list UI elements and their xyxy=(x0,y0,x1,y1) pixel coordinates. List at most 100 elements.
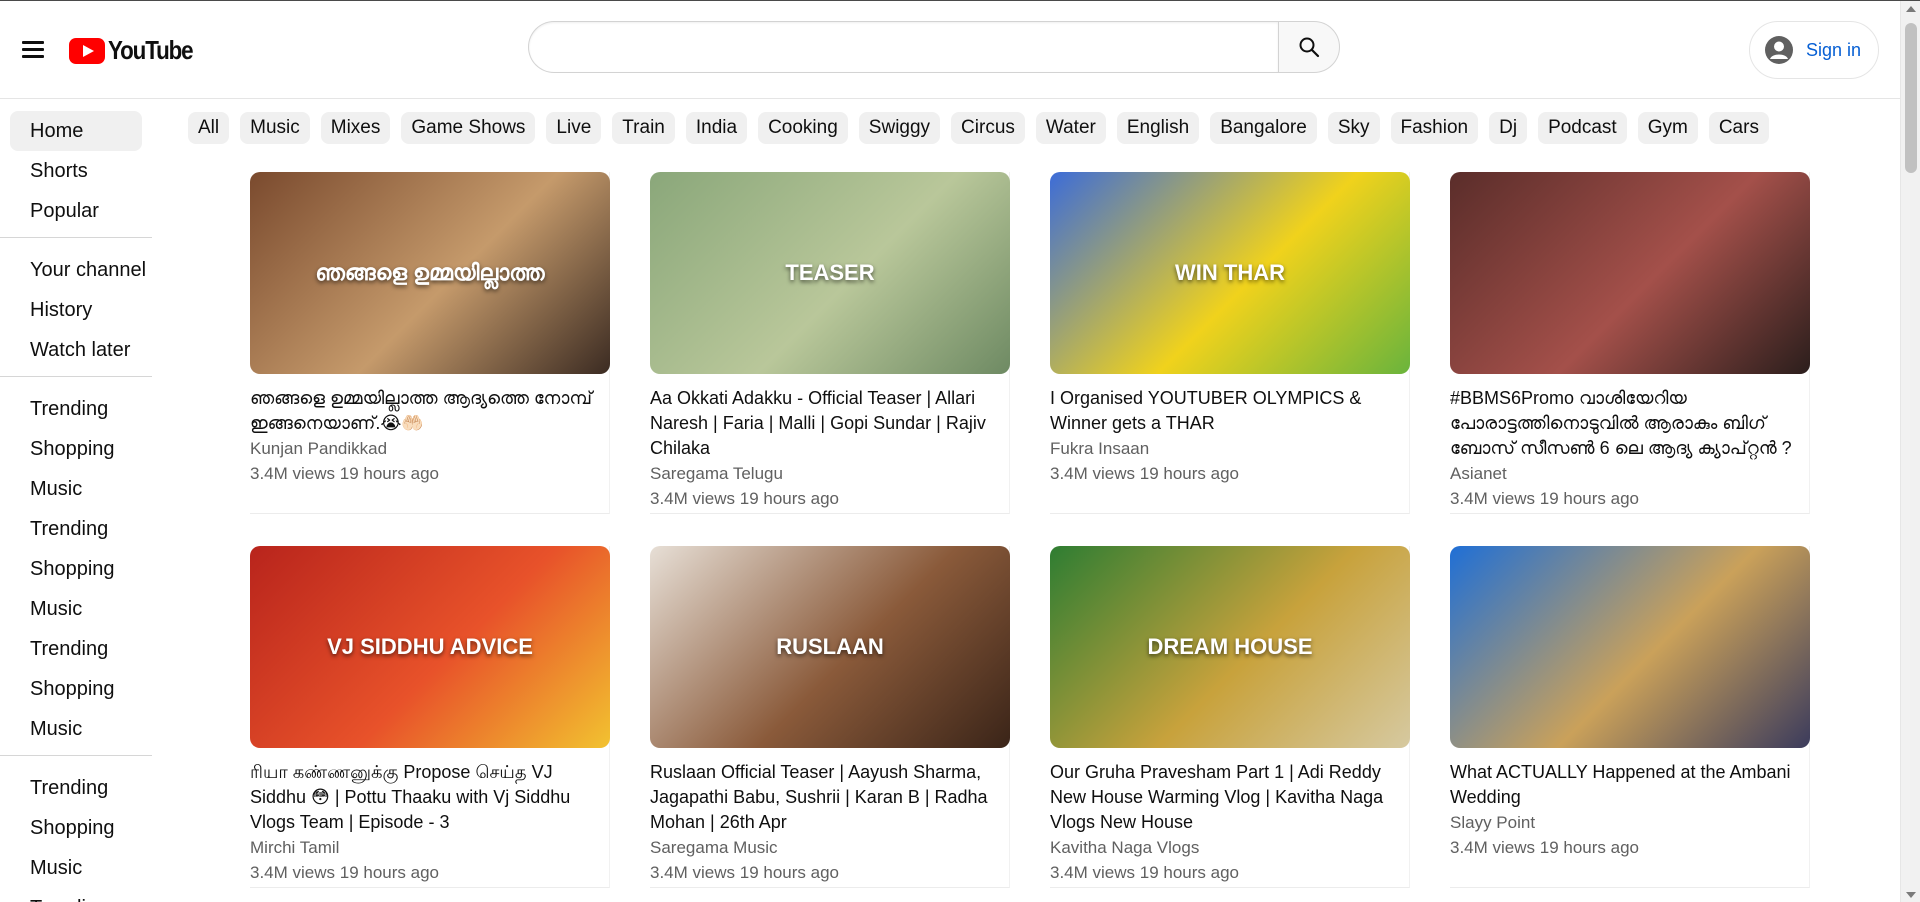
channel-name[interactable]: Slayy Point xyxy=(1450,810,1809,835)
chip-bangalore[interactable]: Bangalore xyxy=(1210,112,1317,144)
video-card[interactable]: RUSLAAN Ruslaan Official Teaser | Aayush … xyxy=(650,546,1010,888)
masthead: YouTube Sign in xyxy=(0,1,1900,99)
video-card[interactable]: What ACTUALLY Happened at the Ambani Wed… xyxy=(1450,546,1810,888)
search-input[interactable] xyxy=(528,21,1278,73)
video-thumbnail[interactable]: ഞങ്ങളെ ഉമ്മയില്ലാത്ത xyxy=(250,172,610,374)
sidebar-item-history[interactable]: History xyxy=(10,290,142,330)
channel-name[interactable]: Asianet xyxy=(1450,461,1809,486)
video-card[interactable]: #BBMS6Promo വാശിയേറിയ പോരാട്ടത്തിനൊടുവിൽ… xyxy=(1450,172,1810,514)
video-metadata: 3.4M views 19 hours ago xyxy=(1050,863,1239,882)
sidebar-item-shorts[interactable]: Shorts xyxy=(10,151,142,191)
chip-gym[interactable]: Gym xyxy=(1637,112,1698,144)
sidebar-item-shopping[interactable]: Shopping xyxy=(10,669,142,709)
video-title[interactable]: I Organised YOUTUBER OLYMPICS & Winner g… xyxy=(1050,386,1409,436)
sidebar-item-music[interactable]: Music xyxy=(10,709,142,749)
sidebar-item-trending[interactable]: Trending xyxy=(10,888,142,902)
youtube-logo[interactable]: YouTube xyxy=(69,35,206,66)
video-metadata: 3.4M views 19 hours ago xyxy=(1450,489,1639,508)
video-card[interactable]: TEASER Aa Okkati Adakku - Official Teaser… xyxy=(650,172,1010,514)
thumbnail-text: RUSLAAN xyxy=(776,634,884,659)
sidebar-section-you: Your channel History Watch later xyxy=(0,238,152,377)
search-box xyxy=(528,21,1340,73)
hamburger-menu-icon[interactable] xyxy=(14,30,52,68)
sign-in-label: Sign in xyxy=(1806,39,1862,60)
scroll-up-arrow-icon[interactable] xyxy=(1906,6,1916,12)
sidebar-item-shopping[interactable]: Shopping xyxy=(10,429,142,469)
sidebar-item-trending[interactable]: Trending xyxy=(10,509,142,549)
chip-cars[interactable]: Cars xyxy=(1708,112,1769,144)
chip-english[interactable]: English xyxy=(1116,112,1200,144)
chip-game-shows[interactable]: Game Shows xyxy=(401,112,536,144)
video-grid: ഞങ്ങളെ ഉമ്മയില്ലാത്ത ഞങ്ങളെ ഉമ്മയില്ലാത്ത… xyxy=(250,172,1810,888)
guide-sidebar: Home Shorts Popular Your channel History… xyxy=(0,99,160,902)
video-title[interactable]: ഞങ്ങളെ ഉമ്മയില്ലാത്ത ആദ്യത്തെ നോമ്പ് ഇങ്… xyxy=(250,386,609,436)
channel-name[interactable]: Saregama Telugu xyxy=(650,461,1009,486)
chip-circus[interactable]: Circus xyxy=(951,112,1025,144)
thumbnail-text: TEASER xyxy=(785,260,875,285)
chip-music[interactable]: Music xyxy=(240,112,310,144)
chip-fashion[interactable]: Fashion xyxy=(1390,112,1479,144)
video-card[interactable]: ഞങ്ങളെ ഉമ്മയില്ലാത്ത ഞങ്ങളെ ഉമ്മയില്ലാത്ത… xyxy=(250,172,610,514)
video-thumbnail[interactable] xyxy=(1450,172,1810,374)
chip-dj[interactable]: Dj xyxy=(1489,112,1528,144)
sidebar-item-trending[interactable]: Trending xyxy=(10,768,142,808)
channel-name[interactable]: Kavitha Naga Vlogs xyxy=(1050,835,1409,860)
account-icon xyxy=(1765,36,1793,64)
sidebar-item-home[interactable]: Home xyxy=(10,111,142,151)
sidebar-item-trending[interactable]: Trending xyxy=(10,629,142,669)
sidebar-item-shopping[interactable]: Shopping xyxy=(10,549,142,589)
video-thumbnail[interactable]: VJ SIDDHU ADVICE xyxy=(250,546,610,748)
video-title[interactable]: #BBMS6Promo വാശിയേറിയ പോരാട്ടത്തിനൊടുവിൽ… xyxy=(1450,386,1809,461)
chip-sky[interactable]: Sky xyxy=(1327,112,1380,144)
sidebar-item-music[interactable]: Music xyxy=(10,848,142,888)
channel-name[interactable]: Mirchi Tamil xyxy=(250,835,609,860)
sidebar-item-music[interactable]: Music xyxy=(10,589,142,629)
video-metadata: 3.4M views 19 hours ago xyxy=(650,863,839,882)
chip-india[interactable]: India xyxy=(685,112,748,144)
chip-cooking[interactable]: Cooking xyxy=(758,112,848,144)
play-icon xyxy=(69,37,105,64)
sidebar-item-popular[interactable]: Popular xyxy=(10,191,142,231)
video-title[interactable]: Ruslaan Official Teaser | Aayush Sharma,… xyxy=(650,760,1009,835)
channel-name[interactable]: Fukra Insaan xyxy=(1050,436,1409,461)
video-title[interactable]: Our Gruha Pravesham Part 1 | Adi Reddy N… xyxy=(1050,760,1409,835)
scrollbar-thumb[interactable] xyxy=(1905,23,1917,173)
video-thumbnail[interactable]: TEASER xyxy=(650,172,1010,374)
sidebar-item-music[interactable]: Music xyxy=(10,469,142,509)
sidebar-item-your-channel[interactable]: Your channel xyxy=(10,250,146,290)
sidebar-item-trending[interactable]: Trending xyxy=(10,389,142,429)
search-button[interactable] xyxy=(1278,21,1340,73)
video-card[interactable]: WIN THAR I Organised YOUTUBER OLYMPICS & … xyxy=(1050,172,1410,514)
video-metadata: 3.4M views 19 hours ago xyxy=(1450,838,1639,857)
video-card[interactable]: DREAM HOUSE Our Gruha Pravesham Part 1 | … xyxy=(1050,546,1410,888)
sidebar-item-watch-later[interactable]: Watch later xyxy=(10,330,142,370)
chip-swiggy[interactable]: Swiggy xyxy=(858,112,941,144)
channel-name[interactable]: Kunjan Pandikkad xyxy=(250,436,609,461)
video-card[interactable]: VJ SIDDHU ADVICE ரியா கண்ணனுக்கு Propose … xyxy=(250,546,610,888)
chip-train[interactable]: Train xyxy=(612,112,675,144)
video-thumbnail[interactable]: DREAM HOUSE xyxy=(1050,546,1410,748)
video-thumbnail[interactable]: WIN THAR xyxy=(1050,172,1410,374)
scroll-down-arrow-icon[interactable] xyxy=(1906,892,1916,898)
sidebar-section-more: Trending Shopping Music Trending xyxy=(0,756,152,902)
chip-water[interactable]: Water xyxy=(1035,112,1106,144)
video-metadata: 3.4M views 19 hours ago xyxy=(650,489,839,508)
video-title[interactable]: Aa Okkati Adakku - Official Teaser | All… xyxy=(650,386,1009,461)
chip-mixes[interactable]: Mixes xyxy=(320,112,391,144)
thumbnail-text: VJ SIDDHU ADVICE xyxy=(327,634,533,659)
video-thumbnail[interactable]: RUSLAAN xyxy=(650,546,1010,748)
logo-text: YouTube xyxy=(108,35,194,65)
video-thumbnail[interactable] xyxy=(1450,546,1810,748)
filter-chip-bar: All Music Mixes Game Shows Live Train India Coo… xyxy=(188,112,1769,144)
chip-all[interactable]: All xyxy=(188,112,230,144)
sidebar-section-main: Home Shorts Popular xyxy=(0,99,152,238)
sidebar-item-shopping[interactable]: Shopping xyxy=(10,808,142,848)
page-scrollbar[interactable] xyxy=(1900,1,1920,902)
chip-live[interactable]: Live xyxy=(546,112,602,144)
chip-podcast[interactable]: Podcast xyxy=(1538,112,1627,144)
video-title[interactable]: ரியா கண்ணனுக்கு Propose செய்த VJ Siddhu … xyxy=(250,760,609,835)
sidebar-section-explore: Trending Shopping Music Trending Shoppin… xyxy=(0,377,152,756)
channel-name[interactable]: Saregama Music xyxy=(650,835,1009,860)
sign-in-button[interactable]: Sign in xyxy=(1749,21,1879,79)
video-title[interactable]: What ACTUALLY Happened at the Ambani Wed… xyxy=(1450,760,1809,810)
